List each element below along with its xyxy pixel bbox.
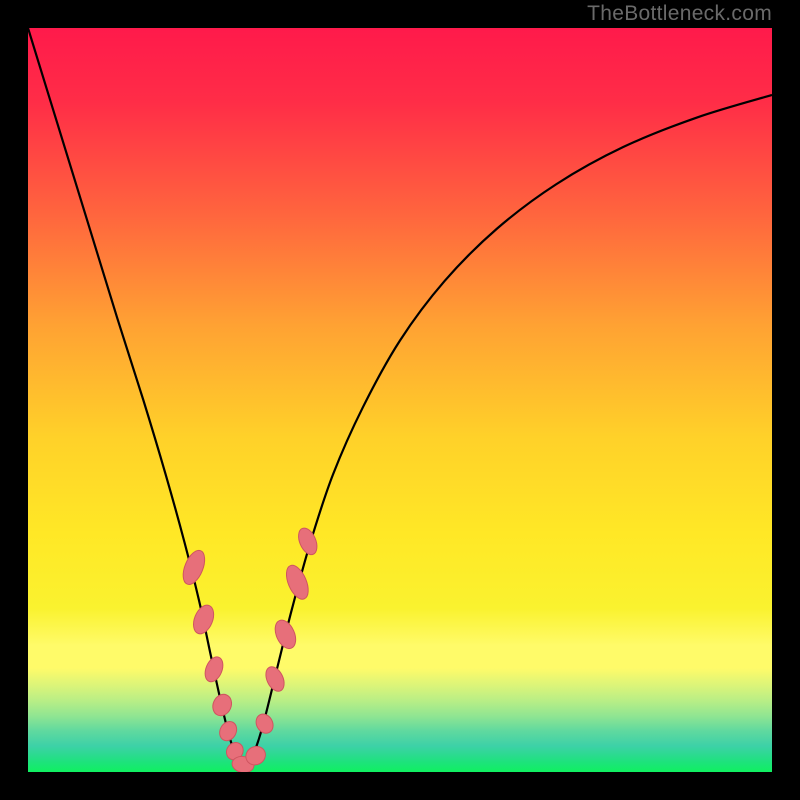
highlight-point	[295, 525, 321, 557]
bottleneck-curve-svg	[28, 28, 772, 772]
highlight-point	[209, 691, 234, 718]
highlight-point	[190, 602, 218, 637]
highlight-points-group	[179, 525, 321, 772]
watermark-text: TheBottleneck.com	[587, 2, 772, 26]
highlight-point	[262, 664, 287, 694]
highlight-point	[271, 617, 300, 652]
highlight-point	[179, 547, 209, 587]
highlight-point	[253, 711, 277, 736]
chart-frame	[28, 28, 772, 772]
bottleneck-curve	[28, 28, 772, 772]
highlight-point	[202, 654, 227, 684]
highlight-point	[216, 718, 240, 743]
highlight-point	[282, 562, 313, 602]
